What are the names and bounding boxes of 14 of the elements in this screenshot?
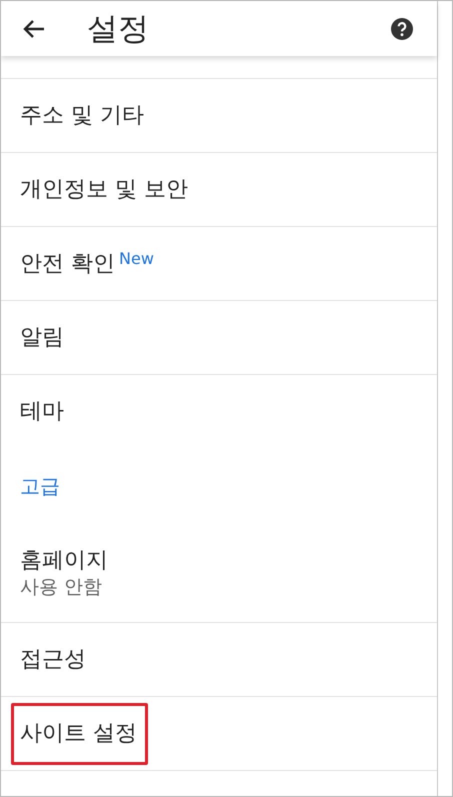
settings-item[interactable]: 개인정보 및 보안 bbox=[20, 176, 188, 202]
new-label: New bbox=[119, 248, 154, 268]
page-title: 설정 bbox=[87, 10, 150, 48]
settings-item[interactable]: 홈페이지 bbox=[20, 548, 108, 572]
section-heading: 고급 bbox=[20, 472, 61, 500]
help-icon[interactable] bbox=[391, 18, 413, 40]
settings-item[interactable]: 테마 bbox=[20, 399, 64, 424]
settings-item[interactable]: 안전 확인 bbox=[20, 251, 115, 276]
settings-item[interactable]: 접근성 bbox=[20, 646, 86, 672]
settings-item[interactable]: 알림 bbox=[20, 324, 64, 350]
back-arrow-icon[interactable] bbox=[23, 20, 45, 38]
item-subtitle: 사용 안함 bbox=[20, 574, 104, 598]
settings-item[interactable]: 주소 및 기타 bbox=[20, 102, 144, 128]
settings-item[interactable]: 사이트 설정 bbox=[20, 720, 137, 746]
